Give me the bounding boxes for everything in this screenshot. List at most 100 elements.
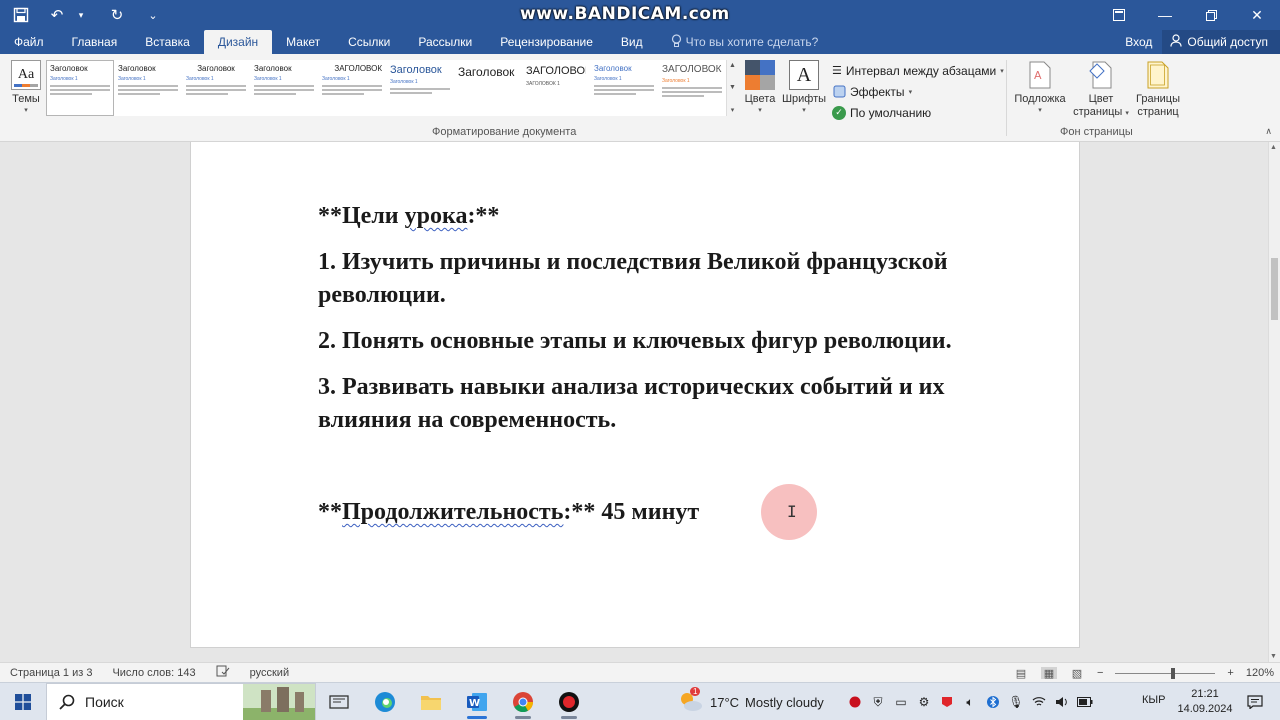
style-set-item[interactable]: Заголовок Заголовок 1 [590, 60, 658, 116]
tab-view[interactable]: Вид [607, 30, 657, 54]
paragraph-spacing-button[interactable]: ☰ Интервал между абзацами ▾ [832, 60, 1004, 81]
effects-button[interactable]: Эффекты ▾ [832, 81, 1002, 102]
ribbon-display-options-icon[interactable] [1096, 0, 1142, 30]
microphone-icon[interactable]: 🎙︎ [1007, 693, 1025, 711]
tab-design[interactable]: Дизайн [203, 30, 273, 54]
settings-gear-icon[interactable]: ⚙ [915, 693, 933, 711]
chevron-up-icon[interactable]: ▲ [729, 62, 736, 69]
gallery-more-icon[interactable]: ▾ [731, 106, 735, 114]
proofing-icon[interactable] [206, 665, 240, 680]
style-set-item[interactable]: Заголовок [454, 60, 522, 116]
restore-icon[interactable] [1188, 0, 1234, 30]
weather-widget[interactable]: 1 17°C Mostly cloudy [678, 683, 824, 720]
bandicam-watermark: www.BANDICAM.com [520, 4, 730, 24]
style-set-item[interactable]: Заголовок Заголовок 1 [114, 60, 182, 116]
close-icon[interactable]: ✕ [1234, 0, 1280, 30]
vertical-scrollbar[interactable]: ▲ ▼ [1268, 142, 1280, 662]
tell-me-box[interactable]: Что вы хотите сделать? [657, 30, 818, 54]
word-app-icon[interactable]: W [454, 683, 500, 720]
colors-button[interactable]: Цвета ▾ [743, 60, 777, 114]
print-layout-icon[interactable]: ▦ [1040, 667, 1057, 680]
start-button[interactable] [0, 683, 46, 720]
checkmark-icon: ✓ [832, 105, 846, 120]
printer-icon[interactable]: ▭ [892, 693, 910, 711]
word-count[interactable]: Число слов: 143 [102, 667, 205, 679]
windows-taskbar: Поиск W 1 17°C Mostly cloudy ⛨ ▭ ⚙ 🔈︎ 🎙︎… [0, 682, 1280, 720]
chevron-up-icon[interactable]: ▲ [1270, 144, 1277, 151]
battery-icon[interactable] [1076, 693, 1094, 711]
tab-references[interactable]: Ссылки [334, 30, 404, 54]
volume-icon[interactable]: 🔈︎ [961, 693, 979, 711]
document-body[interactable]: **Цели урока:** 1. Изучить причины и пос… [318, 200, 1008, 542]
themes-icon: Aa [11, 60, 41, 90]
style-set-item[interactable]: Заголовок Заголовок 1 [250, 60, 318, 116]
style-set-item[interactable]: ЗАГОЛОВОК Заголовок 1 [318, 60, 386, 116]
zoom-level[interactable]: 120% [1246, 667, 1274, 679]
themes-label: Темы [12, 93, 40, 105]
bluetooth-icon[interactable] [984, 693, 1002, 711]
page-color-button[interactable]: Цвет страницы ▾ [1070, 60, 1132, 120]
task-view-icon[interactable] [316, 683, 362, 720]
save-icon[interactable] [10, 4, 32, 26]
tab-home[interactable]: Главная [58, 30, 132, 54]
web-layout-icon[interactable]: ▧ [1069, 667, 1085, 680]
goal-item: 2. Понять основные этапы и ключевых фигу… [318, 328, 952, 354]
wifi-icon[interactable] [1030, 693, 1048, 711]
collapse-ribbon-icon[interactable]: ∧ [1265, 126, 1272, 137]
redo-icon[interactable]: ↻ [106, 4, 128, 26]
taskbar-search[interactable]: Поиск [46, 682, 316, 720]
chevron-down-icon[interactable]: ▼ [1270, 653, 1277, 660]
customize-toolbar-icon[interactable]: ⌄ [142, 4, 164, 26]
chevron-down-icon[interactable]: ▼ [729, 84, 736, 91]
tab-file[interactable]: Файл [0, 30, 58, 54]
sign-in-button[interactable]: Вход [1115, 35, 1162, 49]
share-button[interactable]: Общий доступ [1162, 30, 1280, 54]
fonts-button[interactable]: A Шрифты ▾ [780, 60, 828, 114]
zoom-in-icon[interactable]: + [1227, 667, 1233, 679]
paragraph-spacing-icon: ☰ [832, 65, 842, 77]
chrome-browser-icon[interactable] [500, 683, 546, 720]
scrollbar-thumb[interactable] [1271, 258, 1278, 320]
style-set-item[interactable]: ЗАГОЛОВОК ЗАГОЛОВОК 1 [522, 60, 590, 116]
page-borders-button[interactable]: Границы страниц [1132, 60, 1184, 119]
page-count[interactable]: Страница 1 из 3 [0, 667, 102, 679]
clock-date: 14.09.2024 [1177, 703, 1233, 715]
watermark-button[interactable]: A Подложка ▾ [1010, 60, 1070, 114]
windows-logo-icon [15, 693, 31, 710]
input-language[interactable]: КЫР [1142, 694, 1165, 706]
speaker-icon[interactable] [1053, 693, 1071, 711]
style-set-item[interactable]: ЗАГОЛОВОК Заголовок 1 [658, 60, 726, 116]
flag-shield-icon[interactable] [938, 693, 956, 711]
zoom-out-icon[interactable]: − [1097, 667, 1103, 679]
style-set-item[interactable]: Заголовок Заголовок 1 [182, 60, 250, 116]
style-set-item[interactable]: Заголовок Заголовок 1 [386, 60, 454, 116]
document-page[interactable]: **Цели урока:** 1. Изучить причины и пос… [190, 142, 1080, 648]
bandicam-app-icon[interactable] [546, 683, 592, 720]
language-indicator[interactable]: русский [240, 667, 299, 679]
edge-browser-icon[interactable] [362, 683, 408, 720]
record-icon[interactable] [846, 693, 864, 711]
file-explorer-icon[interactable] [408, 683, 454, 720]
style-set-item[interactable]: Заголовок Заголовок 1 [46, 60, 114, 116]
person-icon [1170, 34, 1182, 50]
undo-dropdown-icon[interactable]: ▾ [70, 4, 92, 26]
tab-insert[interactable]: Вставка [131, 30, 204, 54]
system-clock[interactable]: 21:21 14.09.2024 [1170, 687, 1240, 717]
watermark-label: Подложка [1014, 93, 1066, 105]
undo-icon[interactable]: ↶ [46, 4, 68, 26]
tab-mailings[interactable]: Рассылки [404, 30, 486, 54]
set-as-default-button[interactable]: ✓ По умолчанию [832, 102, 1002, 123]
tab-review[interactable]: Рецензирование [486, 30, 607, 54]
read-mode-icon[interactable]: ▤ [1013, 667, 1029, 680]
window-controls: — ✕ [1096, 0, 1280, 30]
themes-button[interactable]: Aa Темы ▾ [6, 60, 46, 114]
notifications-icon[interactable] [1244, 691, 1266, 713]
weather-temp: 17°C [710, 694, 740, 710]
zoom-slider[interactable] [1115, 667, 1216, 679]
gallery-scroll[interactable]: ▲ ▼ ▾ [726, 60, 738, 116]
goal-item: 1. Изучить причины и последствия Великой… [318, 249, 948, 308]
minimize-icon[interactable]: — [1142, 0, 1188, 30]
tab-layout[interactable]: Макет [272, 30, 334, 54]
shield-icon[interactable]: ⛨ [869, 693, 887, 711]
zoom-slider-thumb[interactable] [1171, 667, 1176, 679]
